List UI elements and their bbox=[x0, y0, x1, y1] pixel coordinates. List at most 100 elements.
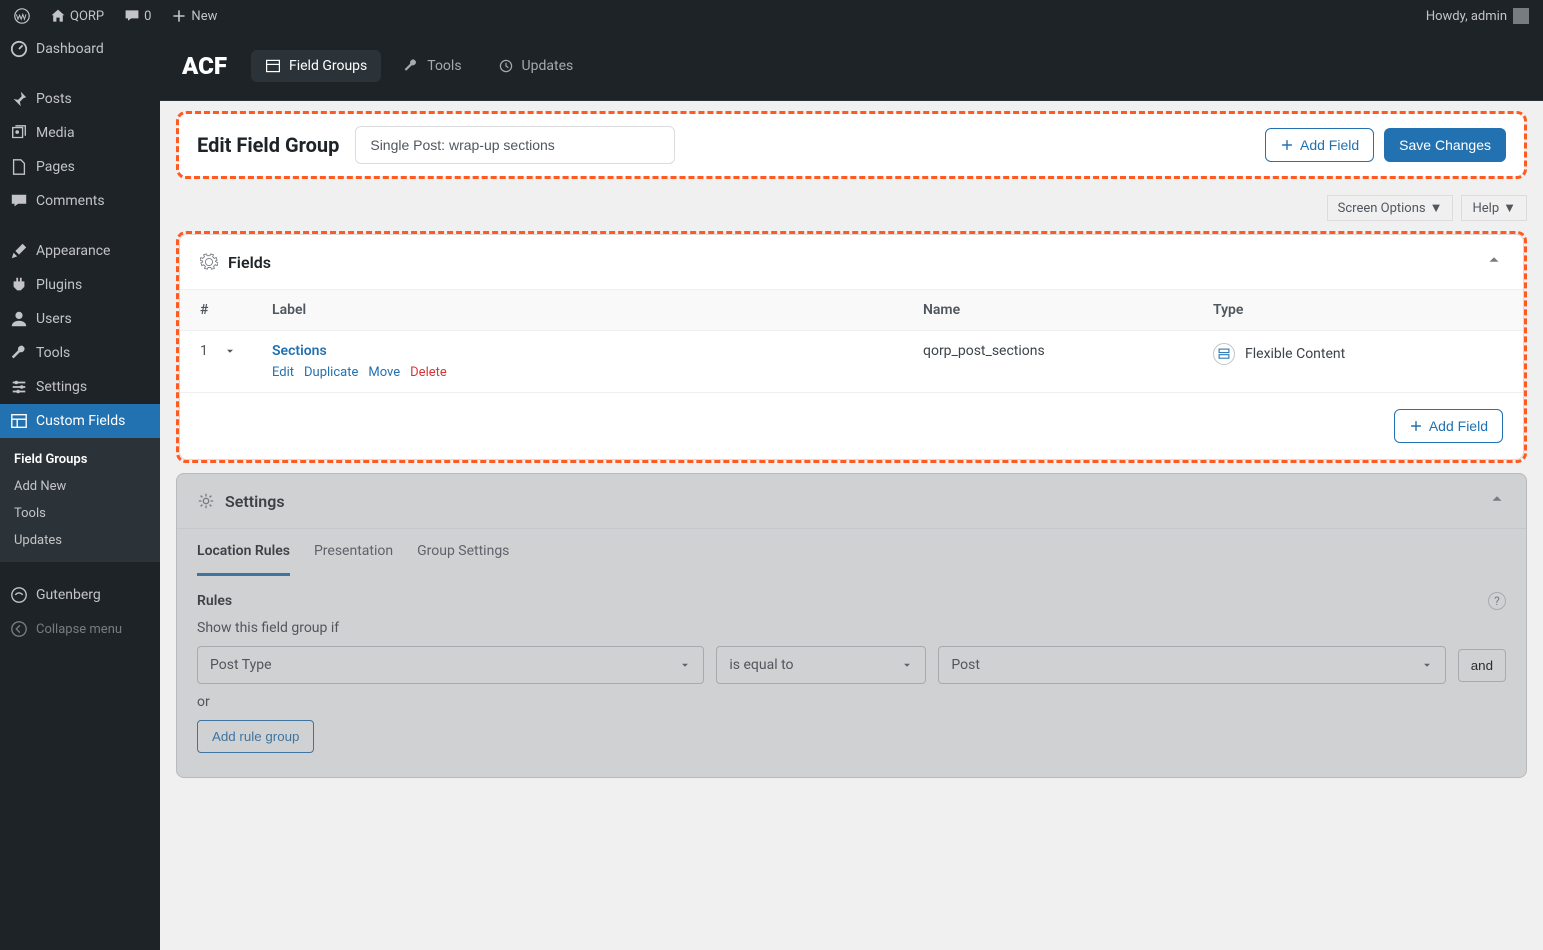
acf-tab-tools[interactable]: Tools bbox=[389, 50, 475, 82]
save-changes-button[interactable]: Save Changes bbox=[1384, 128, 1506, 162]
wp-logo[interactable] bbox=[8, 8, 36, 24]
acf-logo: ACF bbox=[182, 52, 227, 80]
menu-plugins[interactable]: Plugins bbox=[0, 268, 160, 302]
title-bar: Edit Field Group Add Field Save Changes bbox=[179, 114, 1524, 176]
delete-link[interactable]: Delete bbox=[410, 365, 447, 380]
home-icon bbox=[50, 8, 66, 24]
site-name-link[interactable]: QORP bbox=[44, 8, 110, 24]
avatar bbox=[1513, 8, 1529, 24]
menu-settings[interactable]: Settings bbox=[0, 370, 160, 404]
plugin-icon bbox=[10, 276, 28, 294]
field-row[interactable]: 1 Sections Edit Duplicate Move Delete qo… bbox=[180, 331, 1523, 393]
chevron-down-icon[interactable] bbox=[224, 345, 236, 357]
menu-appearance[interactable]: Appearance bbox=[0, 234, 160, 268]
help-icon[interactable]: ? bbox=[1488, 592, 1506, 610]
and-button[interactable]: and bbox=[1458, 649, 1506, 682]
rule-operator-select[interactable]: is equal to bbox=[716, 646, 926, 684]
move-link[interactable]: Move bbox=[368, 365, 400, 380]
edit-link[interactable]: Edit bbox=[272, 365, 294, 380]
comments-link[interactable]: 0 bbox=[118, 8, 157, 24]
rule-row: Post Type is equal to Post and bbox=[197, 646, 1506, 684]
brush-icon bbox=[10, 242, 28, 260]
field-order: 1 bbox=[200, 343, 208, 359]
add-field-button-top[interactable]: Add Field bbox=[1265, 128, 1374, 162]
menu-custom-fields[interactable]: Custom Fields bbox=[0, 404, 160, 438]
menu-pages[interactable]: Pages bbox=[0, 150, 160, 184]
rules-heading: Rules bbox=[197, 593, 232, 609]
howdy-text: Howdy, admin bbox=[1426, 9, 1507, 24]
collapse-menu[interactable]: Collapse menu bbox=[0, 612, 160, 646]
menu-gutenberg[interactable]: Gutenberg bbox=[0, 578, 160, 612]
layout-icon bbox=[10, 412, 28, 430]
dashboard-icon bbox=[10, 40, 28, 58]
pin-icon bbox=[10, 90, 28, 108]
chevron-down-icon bbox=[901, 659, 913, 671]
rule-value-select[interactable]: Post bbox=[938, 646, 1445, 684]
menu-posts[interactable]: Posts bbox=[0, 82, 160, 116]
wrench-icon bbox=[10, 344, 28, 362]
page-icon bbox=[10, 158, 28, 176]
account-link[interactable]: Howdy, admin bbox=[1426, 8, 1535, 24]
acf-header: ACF Field Groups Tools Updates bbox=[160, 32, 1543, 101]
new-label: New bbox=[191, 9, 217, 24]
collapse-settings-button[interactable] bbox=[1488, 490, 1506, 512]
screen-options-button[interactable]: Screen Options▼ bbox=[1327, 195, 1454, 221]
submenu-updates[interactable]: Updates bbox=[0, 527, 160, 554]
menu-tools[interactable]: Tools bbox=[0, 336, 160, 370]
gear-icon bbox=[197, 492, 215, 510]
submenu-add-new[interactable]: Add New bbox=[0, 473, 160, 500]
help-button[interactable]: Help▼ bbox=[1461, 195, 1527, 221]
highlight-fields-panel: Fields # Label Name Type 1 Sections bbox=[176, 231, 1527, 463]
wp-admin-bar: QORP 0 New Howdy, admin bbox=[0, 0, 1543, 32]
field-group-title-input[interactable] bbox=[355, 126, 675, 164]
rules-description: Show this field group if bbox=[197, 620, 1506, 636]
chevron-down-icon bbox=[679, 659, 691, 671]
comment-icon bbox=[10, 192, 28, 210]
field-label-link[interactable]: Sections bbox=[272, 343, 327, 359]
field-type-label: Flexible Content bbox=[1245, 346, 1345, 362]
fields-table-header: # Label Name Type bbox=[180, 289, 1523, 331]
col-name-header: Name bbox=[923, 302, 1213, 318]
collapse-icon bbox=[10, 620, 28, 638]
fields-panel-title: Fields bbox=[228, 253, 271, 272]
user-icon bbox=[10, 310, 28, 328]
add-rule-group-button[interactable]: Add rule group bbox=[197, 720, 314, 753]
acf-tab-field-groups[interactable]: Field Groups bbox=[251, 50, 381, 82]
submenu-custom-fields: Field Groups Add New Tools Updates bbox=[0, 438, 160, 562]
plus-icon bbox=[1280, 138, 1294, 152]
submenu-field-groups[interactable]: Field Groups bbox=[0, 446, 160, 473]
collapse-panel-button[interactable] bbox=[1485, 251, 1503, 273]
wrench-icon bbox=[403, 58, 419, 74]
tab-location-rules[interactable]: Location Rules bbox=[197, 529, 290, 576]
highlight-titlebar: Edit Field Group Add Field Save Changes bbox=[176, 111, 1527, 179]
menu-dashboard[interactable]: Dashboard bbox=[0, 32, 160, 66]
menu-media[interactable]: Media bbox=[0, 116, 160, 150]
col-type-header: Type bbox=[1213, 302, 1503, 318]
rule-param-select[interactable]: Post Type bbox=[197, 646, 704, 684]
field-name: qorp_post_sections bbox=[923, 343, 1213, 359]
comment-icon bbox=[124, 8, 140, 24]
menu-users[interactable]: Users bbox=[0, 302, 160, 336]
screen-help-bar: Screen Options▼ Help▼ bbox=[160, 189, 1543, 221]
chevron-up-icon bbox=[1485, 251, 1503, 269]
caret-down-icon: ▼ bbox=[1430, 200, 1443, 216]
col-label-header: Label bbox=[272, 302, 923, 318]
duplicate-link[interactable]: Duplicate bbox=[304, 365, 358, 380]
tab-presentation[interactable]: Presentation bbox=[314, 529, 393, 576]
acf-tab-updates[interactable]: Updates bbox=[484, 50, 588, 82]
admin-sidebar: Dashboard Posts Media Pages Comments App… bbox=[0, 32, 160, 950]
menu-comments[interactable]: Comments bbox=[0, 184, 160, 218]
update-icon bbox=[498, 58, 514, 74]
media-icon bbox=[10, 124, 28, 142]
new-link[interactable]: New bbox=[165, 8, 223, 24]
col-num-header: # bbox=[200, 302, 272, 318]
caret-down-icon: ▼ bbox=[1503, 200, 1516, 216]
tab-group-settings[interactable]: Group Settings bbox=[417, 529, 509, 576]
flexible-content-icon bbox=[1213, 343, 1235, 365]
submenu-tools[interactable]: Tools bbox=[0, 500, 160, 527]
site-name: QORP bbox=[70, 9, 104, 24]
chevron-up-icon bbox=[1488, 490, 1506, 508]
add-field-button-bottom[interactable]: Add Field bbox=[1394, 409, 1503, 443]
chevron-down-icon bbox=[1421, 659, 1433, 671]
settings-panel: Settings Location Rules Presentation Gro… bbox=[176, 473, 1527, 778]
